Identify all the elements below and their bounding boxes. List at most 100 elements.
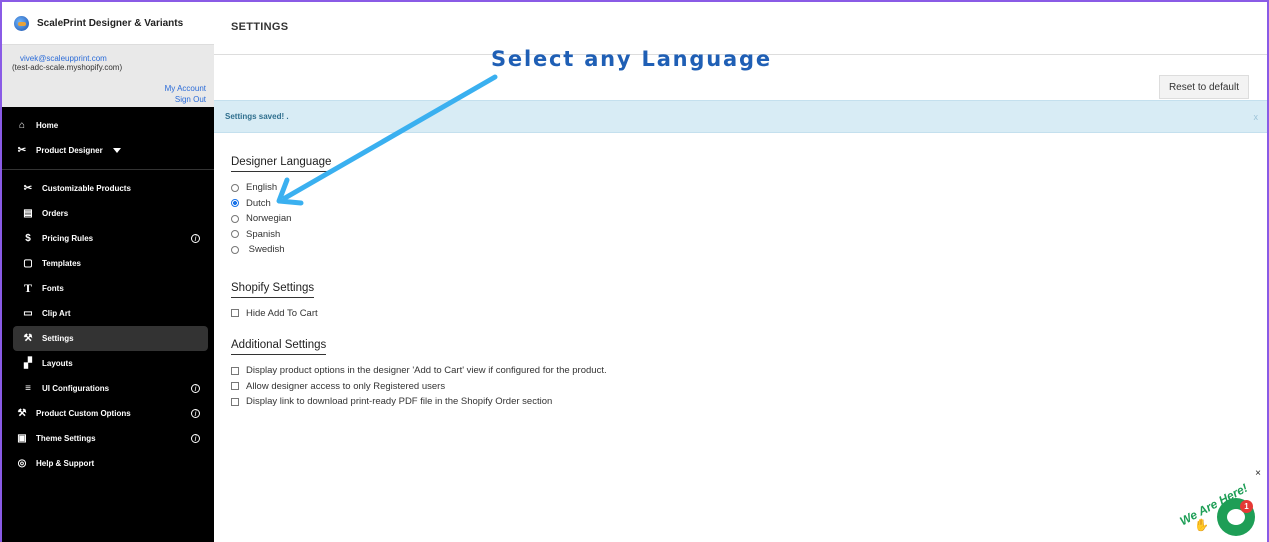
option-label: Display product options in the designer … bbox=[246, 365, 607, 377]
language-option-norwegian[interactable]: Norwegian bbox=[231, 211, 607, 227]
list-icon: ≡ bbox=[25, 383, 31, 394]
account-panel: vivek@scaleupprint.com (test-adc-scale.m… bbox=[2, 45, 214, 107]
radio-button[interactable] bbox=[231, 245, 239, 254]
sidebar-item-label: Help & Support bbox=[36, 459, 95, 468]
brand-header[interactable]: ScalePrint Designer & Variants bbox=[2, 2, 214, 45]
sidebar: ScalePrint Designer & Variants vivek@sca… bbox=[2, 2, 214, 542]
checkbox[interactable] bbox=[231, 397, 239, 406]
layout-icon: ▞ bbox=[24, 358, 32, 369]
checkbox[interactable] bbox=[231, 382, 239, 391]
sidebar-item-label: Clip Art bbox=[42, 309, 71, 318]
page-title: SETTINGS bbox=[231, 21, 289, 33]
tools-icon: ⚒ bbox=[23, 333, 33, 344]
sidebar-item-product-custom-options[interactable]: ⚒ Product Custom Options i bbox=[2, 401, 214, 426]
shopify-settings-title: Shopify Settings bbox=[231, 282, 315, 298]
radio-button[interactable] bbox=[231, 183, 239, 192]
sidebar-item-fonts[interactable]: T Fonts bbox=[2, 276, 214, 301]
settings-form: Designer Language English Dutch Norwegia… bbox=[231, 152, 607, 410]
sidebar-item-clip-art[interactable]: ▭ Clip Art bbox=[2, 301, 214, 326]
reset-to-default-button[interactable]: Reset to default bbox=[1158, 75, 1249, 99]
my-account-link[interactable]: My Account bbox=[165, 84, 206, 93]
sidebar-item-help-support[interactable]: ◎ Help & Support bbox=[2, 451, 214, 476]
scissors-icon: ✂ bbox=[23, 183, 33, 194]
sidebar-item-theme-settings[interactable]: ▣ Theme Settings i bbox=[2, 426, 214, 451]
checkbox[interactable] bbox=[231, 309, 239, 318]
language-option-swedish[interactable]: Swedish bbox=[231, 242, 607, 258]
sidebar-item-label: Home bbox=[36, 121, 59, 130]
account-store: (test-adc-scale.myshopify.com) bbox=[12, 63, 123, 72]
sidebar-item-label: Fonts bbox=[42, 284, 64, 293]
close-icon[interactable]: x bbox=[1254, 112, 1259, 122]
app-logo-icon bbox=[14, 15, 29, 31]
option-label: Dutch bbox=[246, 197, 271, 209]
annotation-text: Select any Language bbox=[491, 47, 772, 71]
app-name: ScalePrint Designer & Variants bbox=[37, 17, 184, 29]
theme-icon: ▣ bbox=[17, 433, 27, 444]
option-label: Spanish bbox=[246, 228, 281, 240]
language-option-dutch[interactable]: Dutch bbox=[231, 196, 607, 212]
radio-button-selected[interactable] bbox=[231, 199, 239, 208]
sidebar-item-pricing-rules[interactable]: $ Pricing Rules i bbox=[2, 226, 214, 251]
pdf-download-link-option[interactable]: Display link to download print-ready PDF… bbox=[231, 394, 607, 410]
chat-notification-badge: 1 bbox=[1240, 500, 1253, 513]
sidebar-item-templates[interactable]: ▢ Templates bbox=[2, 251, 214, 276]
option-label: Allow designer access to only Registered… bbox=[246, 380, 446, 392]
sidebar-item-label: Theme Settings bbox=[36, 434, 96, 443]
tools-icon: ⚒ bbox=[17, 408, 27, 419]
divider bbox=[2, 169, 214, 170]
sidebar-item-label: Product Designer bbox=[36, 146, 103, 155]
info-icon[interactable]: i bbox=[191, 409, 200, 418]
sidebar-item-customizable-products[interactable]: ✂ Customizable Products bbox=[2, 176, 214, 201]
language-options: English Dutch Norwegian Spanish Swedish bbox=[231, 180, 607, 258]
sidebar-item-label: Pricing Rules bbox=[42, 234, 94, 243]
designer-language-title: Designer Language bbox=[231, 156, 332, 172]
font-icon: T bbox=[23, 281, 32, 295]
radio-button[interactable] bbox=[231, 230, 239, 239]
option-label: Norwegian bbox=[246, 213, 292, 225]
orders-icon: ▤ bbox=[23, 208, 33, 219]
hide-add-to-cart-option[interactable]: Hide Add To Cart bbox=[231, 306, 607, 322]
hand-wave-icon: ✋ bbox=[1194, 518, 1209, 532]
sidebar-item-home[interactable]: ⌂ Home bbox=[2, 113, 214, 138]
sidebar-item-ui-configurations[interactable]: ≡ UI Configurations i bbox=[2, 376, 214, 401]
help-icon: ◎ bbox=[17, 458, 27, 469]
chevron-down-icon[interactable] bbox=[112, 148, 121, 153]
info-icon[interactable]: i bbox=[191, 384, 200, 393]
designer-icon: ✂ bbox=[17, 145, 27, 156]
sidebar-item-label: Orders bbox=[42, 209, 69, 218]
chat-close-icon[interactable]: × bbox=[1255, 468, 1261, 479]
info-icon[interactable]: i bbox=[191, 234, 200, 243]
sidebar-item-orders[interactable]: ▤ Orders bbox=[2, 201, 214, 226]
success-alert: Settings saved! . x bbox=[214, 100, 1267, 133]
sidebar-item-label: UI Configurations bbox=[42, 384, 110, 393]
sign-out-link[interactable]: Sign Out bbox=[175, 95, 206, 104]
language-option-english[interactable]: English bbox=[231, 180, 607, 196]
alert-message: Settings saved! . bbox=[225, 112, 289, 121]
option-label: Display link to download print-ready PDF… bbox=[246, 396, 553, 408]
sidebar-item-label: Templates bbox=[42, 259, 81, 268]
sidebar-item-product-designer[interactable]: ✂ Product Designer bbox=[2, 138, 214, 163]
sidebar-item-layouts[interactable]: ▞ Layouts bbox=[2, 351, 214, 376]
price-tag-icon: $ bbox=[25, 233, 31, 244]
option-label: English bbox=[246, 182, 278, 194]
main-content: SETTINGS Reset to default Settings saved… bbox=[214, 2, 1267, 542]
display-product-options-option[interactable]: Display product options in the designer … bbox=[231, 363, 607, 379]
language-option-spanish[interactable]: Spanish bbox=[231, 227, 607, 243]
option-label: Hide Add To Cart bbox=[246, 307, 318, 319]
app-frame: ScalePrint Designer & Variants vivek@sca… bbox=[0, 0, 1269, 542]
sidebar-item-settings[interactable]: ⚒ Settings bbox=[13, 326, 208, 351]
checkbox[interactable] bbox=[231, 366, 239, 375]
sidebar-item-label: Settings bbox=[42, 334, 74, 343]
sidebar-item-label: Customizable Products bbox=[42, 184, 131, 193]
additional-settings-title: Additional Settings bbox=[231, 339, 327, 355]
radio-button[interactable] bbox=[231, 214, 239, 223]
registered-users-only-option[interactable]: Allow designer access to only Registered… bbox=[231, 379, 607, 395]
home-icon: ⌂ bbox=[18, 120, 26, 131]
account-email: vivek@scaleupprint.com bbox=[20, 54, 107, 63]
image-icon: ▭ bbox=[23, 308, 33, 319]
option-label: Swedish bbox=[246, 244, 285, 256]
template-icon: ▢ bbox=[23, 258, 33, 269]
sidebar-item-label: Product Custom Options bbox=[36, 409, 131, 418]
info-icon[interactable]: i bbox=[191, 434, 200, 443]
sidebar-item-label: Layouts bbox=[42, 359, 73, 368]
